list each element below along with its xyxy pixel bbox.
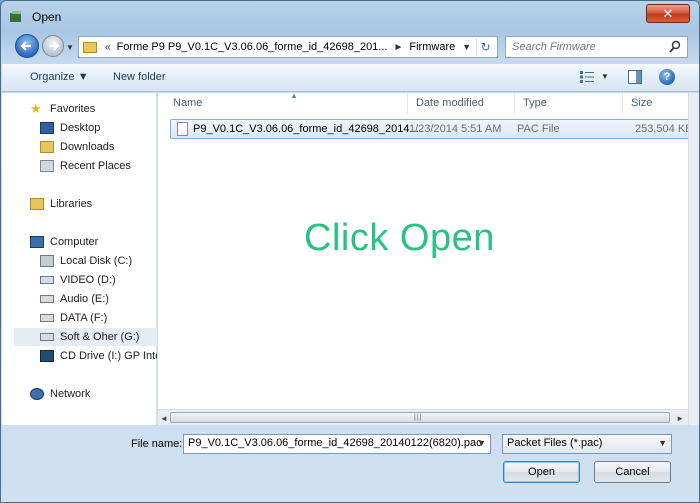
desktop-icon [40, 122, 54, 134]
scroll-right-icon[interactable]: ► [676, 414, 684, 423]
file-name: P9_V0.1C_V3.06.06_forme_id_42698_2014... [193, 123, 419, 135]
downloads-folder-icon [40, 141, 54, 153]
file-type-dropdown-icon[interactable]: ▼ [658, 438, 667, 448]
search-icon[interactable] [669, 40, 681, 54]
overflow-chevron-icon[interactable]: « [105, 42, 111, 53]
navigation-pane: ★ Favorites Desktop Downloads Recent Pla… [2, 93, 157, 425]
sort-ascending-icon: ▲ [290, 93, 298, 100]
column-label: Type [523, 97, 547, 109]
column-label: Date modified [416, 97, 484, 109]
drive-icon [40, 276, 54, 284]
address-dropdown-icon[interactable]: ▼ [462, 42, 471, 52]
organize-button[interactable]: Organize ▼ [30, 71, 89, 83]
file-size: 253,504 KB [635, 123, 688, 135]
recent-places-icon [40, 160, 54, 172]
nav-label: Soft & Oher (G:) [60, 331, 140, 343]
search-box[interactable] [505, 36, 688, 58]
filename-label: File name: [131, 438, 183, 450]
views-dropdown-icon[interactable]: ▼ [601, 72, 609, 81]
horizontal-scrollbar[interactable]: ◄ ||| ► [158, 409, 688, 425]
folder-icon [83, 41, 97, 53]
nav-label: Desktop [60, 122, 101, 134]
computer-icon [30, 236, 44, 248]
filename-value: P9_V0.1C_V3.06.06_forme_id_42698_2014012… [188, 437, 482, 449]
forward-arrow-icon [49, 41, 60, 51]
forward-button[interactable] [42, 35, 64, 57]
file-icon [177, 122, 188, 136]
breadcrumb-parent[interactable]: Forme P9 P9_V0.1C_V3.06.06_forme_id_4269… [117, 41, 388, 53]
nav-label: Audio (E:) [60, 293, 109, 305]
table-row[interactable]: P9_V0.1C_V3.06.06_forme_id_42698_2014...… [170, 119, 688, 139]
vertical-scrollbar[interactable] [688, 93, 699, 425]
help-icon[interactable]: ? [659, 69, 675, 85]
star-icon: ★ [30, 101, 42, 116]
back-button[interactable] [15, 34, 39, 58]
file-date: 1/23/2014 5:51 AM [409, 123, 502, 135]
filename-input[interactable]: P9_V0.1C_V3.06.06_forme_id_42698_2014012… [183, 434, 491, 454]
app-icon [10, 11, 21, 22]
refresh-icon[interactable]: ↻ [476, 39, 494, 55]
column-label: Size [631, 97, 653, 109]
column-header-date[interactable]: Date modified [408, 93, 515, 115]
search-input[interactable] [510, 40, 660, 54]
grip-icon: ||| [414, 414, 423, 421]
titlebar: Open ✕ [1, 1, 699, 31]
nav-label: DATA (F:) [60, 312, 108, 324]
breadcrumb-current[interactable]: Firmware [409, 41, 455, 53]
nav-label: CD Drive (I:) GP Inter [60, 350, 157, 362]
nav-label: Local Disk (C:) [60, 255, 133, 267]
drive-icon [40, 314, 54, 322]
nav-label: Libraries [50, 198, 93, 210]
system-drive-icon [40, 255, 54, 267]
back-arrow-icon [20, 41, 31, 51]
scroll-left-icon[interactable]: ◄ [160, 414, 168, 423]
views-icon[interactable] [580, 71, 594, 83]
nav-label: Favorites [50, 103, 96, 115]
scroll-thumb[interactable]: ||| [170, 412, 670, 423]
file-type-select[interactable]: Packet Files (*.pac) ▼ [502, 434, 672, 454]
window-title: Open [32, 10, 62, 24]
column-header-type[interactable]: Type [515, 93, 623, 115]
open-dialog: Open ✕ ▼ « Forme P9 P9_V0.1C_V3.06.06_fo… [0, 0, 700, 503]
file-type-value: Packet Files (*.pac) [507, 437, 603, 449]
nav-label: Downloads [60, 141, 115, 153]
nav-label: Recent Places [60, 160, 131, 172]
cd-drive-icon [40, 350, 54, 362]
instruction-overlay: Click Open [304, 217, 495, 259]
new-folder-button[interactable]: New folder [113, 71, 166, 83]
filename-dropdown-icon[interactable]: ▼ [477, 438, 486, 448]
nav-drive-i[interactable]: CD Drive (I:) GP Inter [40, 347, 157, 365]
breadcrumb-separator-icon[interactable]: ► [393, 42, 403, 53]
address-bar[interactable]: « Forme P9 P9_V0.1C_V3.06.06_forme_id_42… [78, 36, 498, 58]
nav-label: Computer [50, 236, 99, 248]
cancel-button[interactable]: Cancel [594, 461, 671, 483]
column-header-size[interactable]: Size [623, 93, 688, 115]
file-list: Name ▲ Date modified Type Size P9_V0.1C_… [158, 93, 688, 409]
drive-icon [40, 333, 54, 341]
libraries-icon [30, 198, 44, 210]
nav-label: VIDEO (D:) [60, 274, 116, 286]
drive-icon [40, 295, 54, 303]
column-label: Name [173, 97, 203, 109]
command-bar: Organize ▼ New folder ▼ ? [2, 64, 699, 92]
nav-label: Network [50, 388, 91, 400]
network-icon [30, 388, 44, 400]
recent-pages-dropdown-icon[interactable]: ▼ [66, 43, 74, 52]
open-button[interactable]: Open [503, 461, 580, 483]
column-header-name[interactable]: Name ▲ [165, 93, 408, 115]
preview-pane-icon[interactable] [628, 70, 642, 84]
file-type: PAC File [517, 123, 560, 135]
nav-drive-g[interactable]: Soft & Oher (G:) [14, 328, 157, 346]
close-button[interactable]: ✕ [646, 4, 690, 23]
